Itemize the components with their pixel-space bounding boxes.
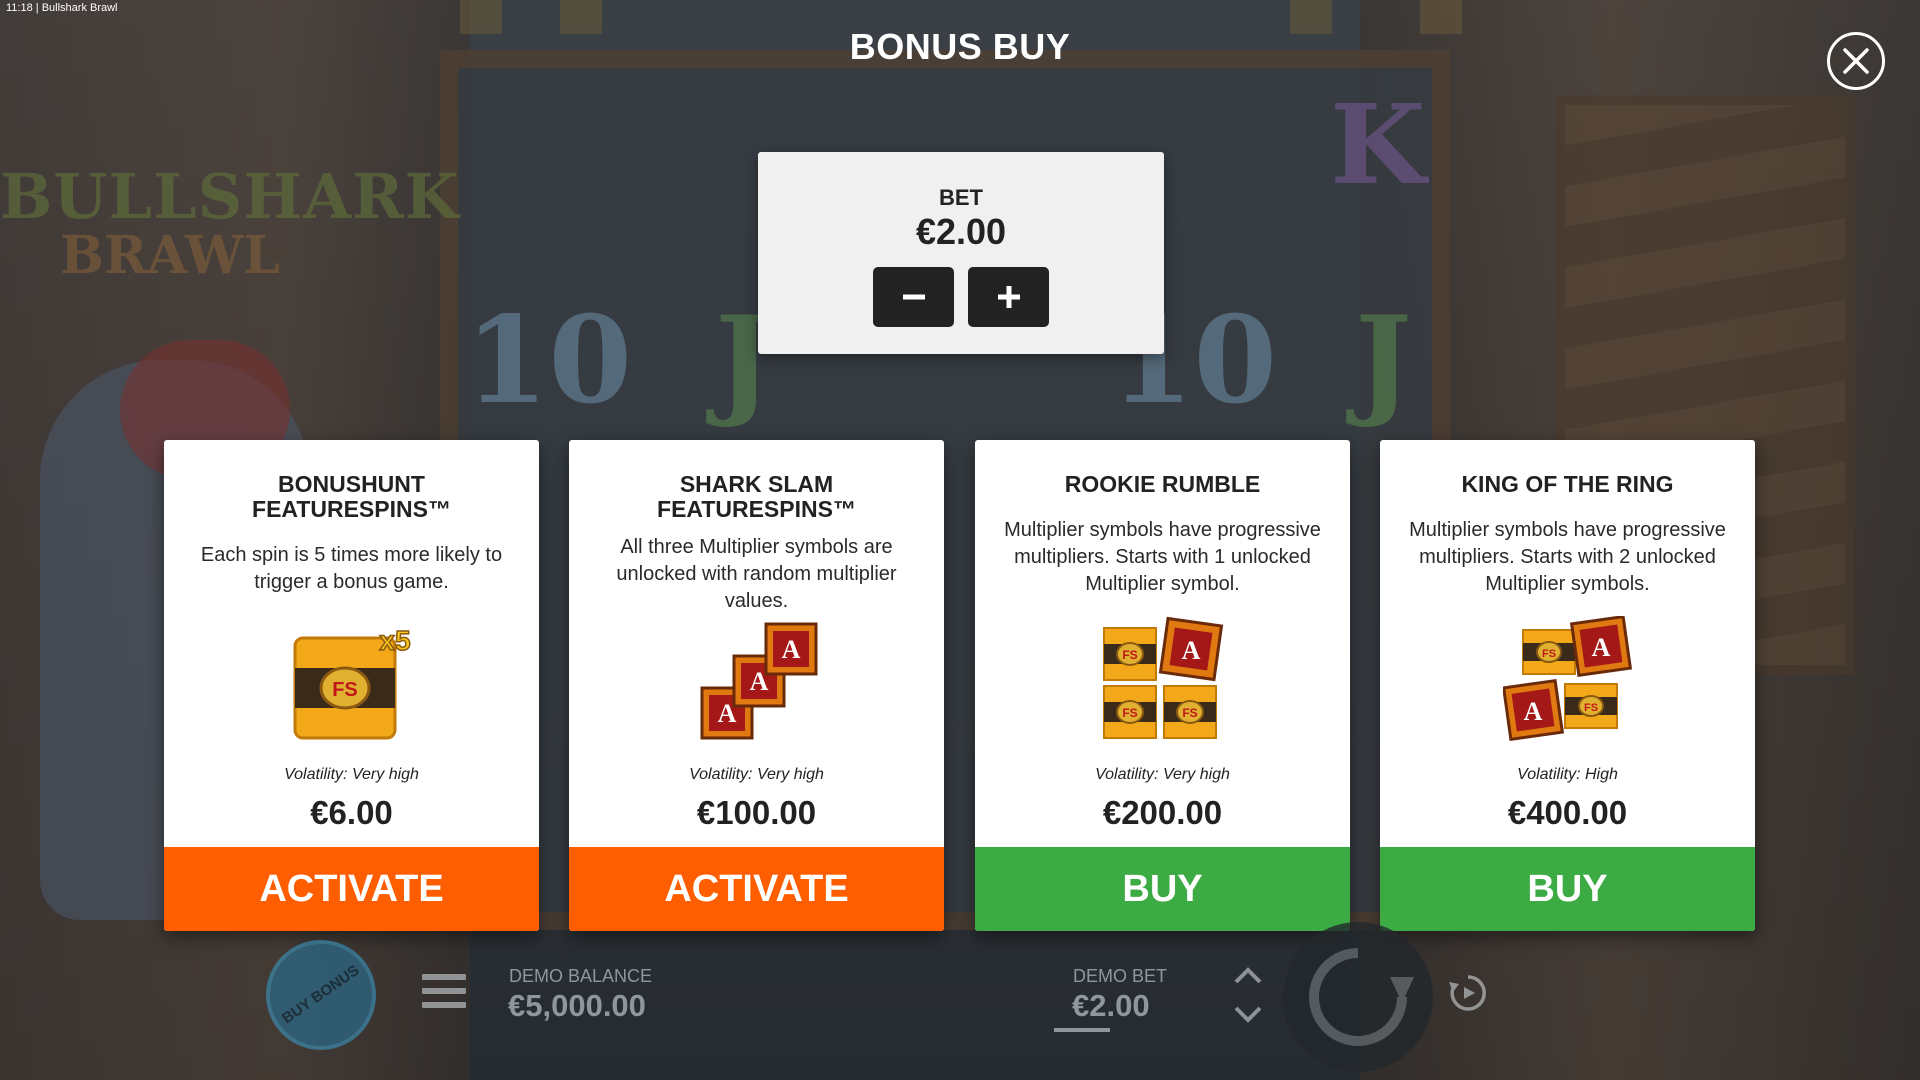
- king-symbols-icon: FS A A FS: [1501, 614, 1633, 746]
- card-price: €6.00: [310, 794, 393, 831]
- autoplay-button[interactable]: [1447, 972, 1489, 1014]
- bet-change-arrows[interactable]: [1230, 960, 1266, 1030]
- reel-symbol: J: [1355, 290, 1412, 431]
- spin-icon: [1309, 948, 1414, 1046]
- close-button[interactable]: [1827, 32, 1885, 90]
- card-price: €400.00: [1507, 794, 1628, 831]
- hamburger-icon[interactable]: [422, 974, 466, 1010]
- svg-text:FS: FS: [1541, 648, 1555, 660]
- card-price: €100.00: [696, 794, 817, 831]
- svg-text:FS: FS: [1122, 706, 1137, 720]
- card-title: ROOKIE RUMBLE: [1064, 471, 1261, 497]
- buy-button[interactable]: BUY: [975, 847, 1350, 931]
- svg-text:A: A: [1591, 633, 1610, 662]
- status-bar: 11:18 | Bullshark Brawl: [6, 2, 118, 14]
- svg-text:FS: FS: [1583, 702, 1597, 714]
- bet-increase-button[interactable]: [968, 267, 1049, 327]
- demo-bet-label: DEMO BET: [1073, 966, 1168, 986]
- balance-value: €5,000.00: [508, 988, 646, 1023]
- card-description: Multiplier symbols have progressive mult…: [1409, 519, 1726, 595]
- svg-text:A: A: [1181, 636, 1200, 665]
- game-logo: BULLSHARK: [0, 160, 460, 233]
- close-icon: [1843, 48, 1869, 74]
- buy-button[interactable]: BUY: [1380, 847, 1755, 931]
- card-volatility: Volatility: Very high: [689, 766, 824, 783]
- featurespins-belt-icon: FS x5: [287, 620, 417, 750]
- svg-text:A: A: [781, 635, 800, 664]
- page-title: BONUS BUY: [849, 26, 1071, 67]
- minus-icon: [902, 294, 925, 300]
- svg-text:FS: FS: [1122, 648, 1137, 662]
- card-volatility: Volatility: Very high: [1095, 766, 1230, 783]
- bet-underline: [1054, 1028, 1110, 1032]
- reel-symbol: K: [1330, 80, 1426, 209]
- card-volatility: Volatility: Very high: [284, 766, 419, 783]
- card-description: Multiplier symbols have progressive mult…: [1004, 519, 1321, 595]
- svg-text:FS: FS: [332, 679, 358, 701]
- reel-symbol: 10: [465, 290, 632, 431]
- svg-text:A: A: [1523, 697, 1542, 726]
- plus-icon: [997, 286, 1020, 308]
- bonus-card-shark-slam: SHARK SLAM FEATURESPINS™ All three Multi…: [569, 440, 944, 931]
- activate-button[interactable]: ACTIVATE: [164, 847, 539, 931]
- card-title: BONUSHUNT FEATURESPINS™: [252, 471, 451, 522]
- bonus-card-rookie-rumble: ROOKIE RUMBLE Multiplier symbols have pr…: [975, 440, 1350, 931]
- card-title: SHARK SLAM FEATURESPINS™: [657, 471, 856, 522]
- bonus-card-bonushunt: BONUSHUNT FEATURESPINS™ Each spin is 5 t…: [164, 440, 539, 931]
- game-logo-subtitle: BRAWL: [60, 225, 280, 286]
- bet-decrease-button[interactable]: [873, 267, 954, 327]
- bet-label: BET: [939, 185, 983, 210]
- bet-selector: BET €2.00: [758, 152, 1164, 354]
- balance-label: DEMO BALANCE: [509, 966, 653, 986]
- chevron-up-down-icon: [1234, 967, 1262, 1023]
- svg-text:x5: x5: [379, 625, 410, 656]
- card-description: All three Multiplier symbols are unlocke…: [616, 536, 897, 612]
- bet-value: €2.00: [915, 211, 1007, 252]
- card-price: €200.00: [1102, 794, 1223, 831]
- bonus-card-king-of-the-ring: KING OF THE RING Multiplier symbols have…: [1380, 440, 1755, 931]
- svg-text:FS: FS: [1182, 706, 1197, 720]
- card-title: KING OF THE RING: [1461, 471, 1674, 497]
- status-time: 11:18: [6, 2, 33, 14]
- spin-button[interactable]: [1283, 922, 1433, 1072]
- status-app-name: Bullshark Brawl: [41, 2, 118, 14]
- activate-button[interactable]: ACTIVATE: [569, 847, 944, 931]
- autoplay-icon: [1449, 975, 1486, 1011]
- rookie-symbols-icon: FS A FS FS: [1098, 616, 1228, 746]
- card-description: Each spin is 5 times more likely to trig…: [200, 544, 503, 593]
- multiplier-symbols-icon: A A A: [692, 620, 822, 750]
- card-volatility: Volatility: High: [1517, 766, 1618, 783]
- status-separator: |: [35, 2, 39, 14]
- demo-bet-value: €2.00: [1072, 988, 1150, 1023]
